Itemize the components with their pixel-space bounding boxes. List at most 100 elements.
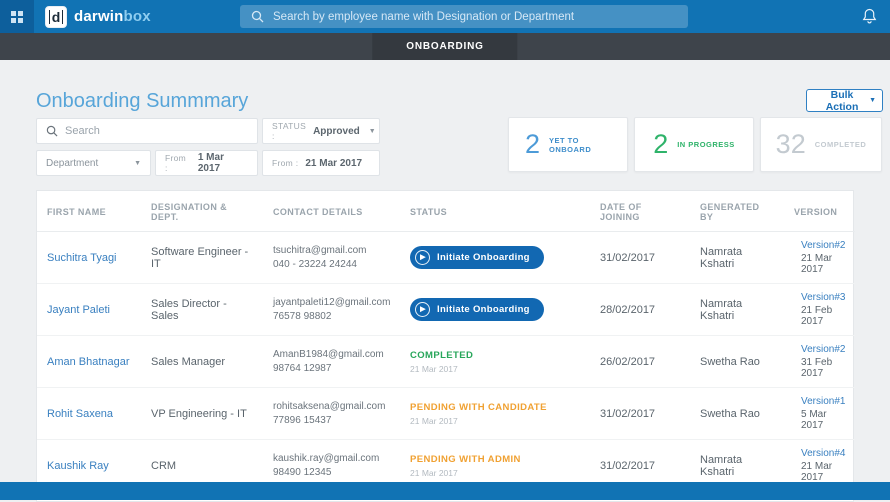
version-link[interactable]: Version#1 [801,396,845,407]
employee-name-link[interactable]: Kaushik Ray [47,460,109,472]
from-date-1-value: 1 Mar 2017 [197,152,224,174]
version-link[interactable]: Version#3 [801,292,845,303]
generated-by-cell: Swetha Rao [690,387,784,440]
stat-value: 32 [775,129,806,159]
version-date: 21 Mar 2017 [801,461,833,483]
initiate-onboarding-button[interactable]: ▶ Initiate Onboarding [410,246,544,269]
department-filter-dropdown[interactable]: Department ▼ [36,150,151,176]
version-cell: Version#3 21 Feb 2017 [794,292,845,327]
status-filter-label: STATUS : [272,121,307,141]
search-icon [46,125,58,137]
version-cell: Version#4 21 Mar 2017 [794,448,845,483]
from-date-filter-1[interactable]: From : 1 Mar 2017 [155,150,258,176]
onboarding-table: FIRST NAME DESIGNATION & DEPT. CONTACT D… [36,190,855,502]
col-header-designation: DESIGNATION & DEPT. [141,191,263,232]
initiate-onboarding-label: Initiate Onboarding [437,304,530,315]
stat-label: IN PROGRESS [677,140,735,149]
global-search-input[interactable]: Search by employee name with Designation… [240,5,688,28]
version-date: 31 Feb 2017 [801,357,833,379]
stat-label: COMPLETED [814,140,867,149]
phone-text: 98490 12345 [273,466,332,478]
status-label: PENDING WITH ADMIN [410,453,521,465]
tab-onboarding[interactable]: ONBOARDING [372,33,518,60]
generated-by-cell: Swetha Rao [690,335,784,388]
designation-cell: Software Engineer - IT [141,231,263,284]
status-date: 21 Mar 2017 [410,467,458,478]
department-filter-placeholder: Department [46,157,99,169]
from-date-filter-2[interactable]: From : 21 Mar 2017 [262,150,380,176]
version-date: 21 Feb 2017 [801,305,833,327]
contact-cell: tsuchitra@gmail.com 040 - 23224 24244 [263,231,400,284]
initiate-onboarding-label: Initiate Onboarding [437,252,530,263]
designation-cell: Sales Director - Sales [141,283,263,336]
email-text: jayantpaleti12@gmail.com [273,296,391,308]
brand-logo[interactable]: d darwinbox [45,5,151,28]
date-of-joining-cell: 31/02/2017 [590,231,690,284]
stat-card-yet-to-onboard[interactable]: 2 YET TO ONBOARD [508,117,628,172]
play-icon: ▶ [415,250,430,265]
from-date-2-value: 21 Mar 2017 [305,157,363,169]
contact-cell: jayantpaleti12@gmail.com 76578 98802 [263,283,400,336]
stat-value: 2 [524,129,541,159]
chevron-down-icon: ▼ [134,159,141,167]
generated-by-cell: Namrata Kshatri [690,283,784,336]
version-date: 21 Mar 2017 [801,253,833,275]
status-text: PENDING WITH ADMIN 21 Mar 2017 [410,454,580,478]
status-label: COMPLETED [410,349,474,361]
table-search-placeholder: Search [65,125,100,137]
status-filter-dropdown[interactable]: STATUS : Approved ▼ [262,118,380,144]
from-date-1-label: From : [165,153,187,173]
contact-cell: rohitsaksena@gmail.com 77896 15437 [263,387,400,440]
chevron-down-icon: ▼ [368,127,376,135]
grid-icon [11,10,23,23]
version-link[interactable]: Version#4 [801,448,845,459]
phone-text: 77896 15437 [273,414,332,426]
brand-name: darwinbox [74,8,151,25]
col-header-first-name: FIRST NAME [37,191,141,232]
status-text: PENDING WITH CANDIDATE 21 Mar 2017 [410,402,580,426]
email-text: AmanB1984@gmail.com [273,348,384,360]
table-row: Suchitra Tyagi Software Engineer - IT ts… [37,231,855,284]
version-cell: Version#2 31 Feb 2017 [794,344,845,379]
version-link[interactable]: Version#2 [801,344,845,355]
table-search-input[interactable]: Search [36,118,258,144]
col-header-status: STATUS [400,191,590,232]
status-filter-value: Approved [313,125,360,137]
module-nav: ONBOARDING [0,33,890,60]
footer-bar [0,482,890,500]
email-text: rohitsaksena@gmail.com [273,400,386,412]
col-header-contact: CONTACT DETAILS [263,191,400,232]
employee-name-link[interactable]: Jayant Paleti [47,304,110,316]
contact-cell: AmanB1984@gmail.com 98764 12987 [263,335,400,388]
table-row: Aman Bhatnagar Sales Manager AmanB1984@g… [37,335,855,388]
date-of-joining-cell: 26/02/2017 [590,335,690,388]
stat-card-completed[interactable]: 32 COMPLETED [760,117,882,172]
bulk-action-label: Bulk Action [825,88,859,113]
app-launcher-button[interactable] [0,0,34,33]
table-row: Jayant Paleti Sales Director - Sales jay… [37,283,855,336]
status-date: 21 Mar 2017 [410,363,458,374]
darwinbox-logo-icon: d [45,5,67,28]
table-header-row: FIRST NAME DESIGNATION & DEPT. CONTACT D… [37,191,855,232]
stat-card-in-progress[interactable]: 2 IN PROGRESS [634,117,754,172]
bulk-action-dropdown[interactable]: Bulk Action ▼ [806,88,883,113]
employee-name-link[interactable]: Rohit Saxena [47,408,113,420]
table-row: Rohit Saxena VP Engineering - IT rohitsa… [37,387,855,440]
col-header-doj: DATE OF JOINING [590,191,690,232]
notifications-button[interactable] [862,8,877,29]
phone-text: 040 - 23224 24244 [273,258,357,270]
play-icon: ▶ [415,302,430,317]
version-date: 5 Mar 2017 [801,409,827,431]
col-header-version: VERSION [784,191,855,232]
initiate-onboarding-button[interactable]: ▶ Initiate Onboarding [410,298,544,321]
version-link[interactable]: Version#2 [801,240,845,251]
chevron-down-icon: ▼ [869,97,876,104]
global-search-placeholder: Search by employee name with Designation… [273,10,575,23]
top-navbar: d darwinbox Search by employee name with… [0,0,890,33]
stat-label: YET TO ONBOARD [549,135,592,154]
designation-cell: Sales Manager [141,335,263,388]
tab-onboarding-label: ONBOARDING [406,41,484,52]
status-label: PENDING WITH CANDIDATE [410,401,547,413]
employee-name-link[interactable]: Aman Bhatnagar [47,356,130,368]
employee-name-link[interactable]: Suchitra Tyagi [47,252,117,264]
